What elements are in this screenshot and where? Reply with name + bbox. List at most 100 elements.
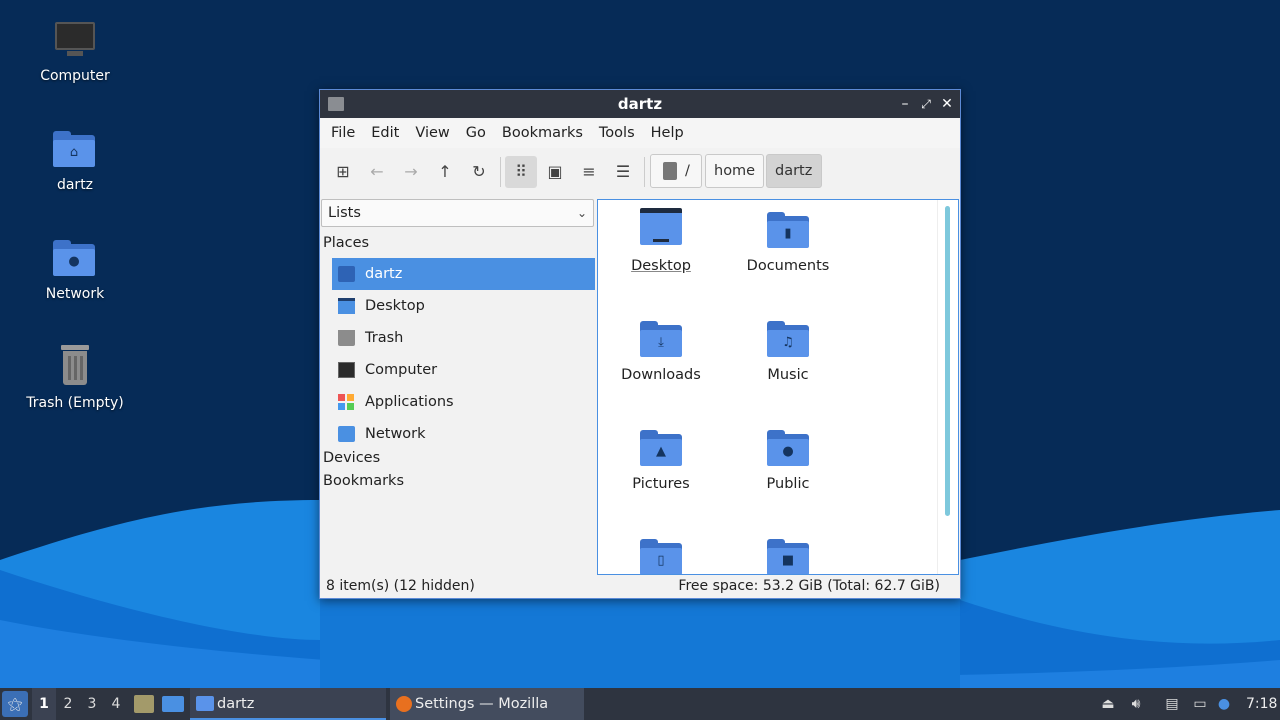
archive-launcher-icon[interactable] [134, 695, 154, 713]
workspace-4[interactable]: 4 [104, 688, 128, 720]
network-folder-icon: ● [53, 240, 95, 276]
notification-icon[interactable]: ● [1214, 694, 1234, 714]
public-folder-icon: ● [767, 430, 809, 466]
network-folder-icon [338, 426, 355, 442]
menu-edit[interactable]: Edit [366, 125, 410, 141]
menu-help[interactable]: Help [646, 125, 695, 141]
menu-bookmarks[interactable]: Bookmarks [497, 125, 594, 141]
sidebar-item-label: Applications [365, 394, 454, 410]
file-item-label: Documents [746, 258, 830, 274]
sidebar-item-label: Network [365, 426, 426, 442]
sidebar-item-desktop[interactable]: Desktop [332, 290, 595, 322]
breadcrumb-root-label: / [685, 163, 690, 179]
sidebar-item-network[interactable]: Network [332, 418, 595, 450]
file-item-label: Desktop [631, 258, 691, 274]
close-button[interactable]: ✕ [938, 94, 956, 114]
sidebar-item-trash[interactable]: Trash [332, 322, 595, 354]
file-item-music[interactable]: ♫ Music [729, 317, 847, 383]
chevron-down-icon: ⌄ [576, 206, 587, 220]
file-item-videos[interactable]: ■ [729, 535, 847, 574]
file-item-label: Downloads [621, 367, 701, 383]
desktop-icon-network[interactable]: ● Network [0, 236, 150, 302]
toolbar-separator [500, 157, 501, 187]
file-item-desktop[interactable]: Desktop [602, 208, 720, 274]
file-item-label: Music [767, 367, 809, 383]
item-count: 8 item(s) (12 hidden) [326, 578, 475, 594]
desktop-icon-computer[interactable]: Computer [0, 18, 150, 84]
icon-view-icon[interactable]: ⠿ [505, 156, 537, 188]
free-space: Free space: 53.2 GiB (Total: 62.7 GiB) [678, 578, 940, 594]
desktop-folder-icon [640, 208, 682, 248]
clock[interactable]: 7:18 [1246, 688, 1277, 720]
file-item-label: Public [766, 476, 810, 492]
app-menu-icon[interactable]: ⚝ [2, 691, 28, 717]
menu-file[interactable]: File [326, 125, 366, 141]
updates-icon[interactable]: ⏏ [1098, 694, 1118, 714]
sidebar-item-label: Desktop [365, 298, 425, 314]
back-icon[interactable]: ← [361, 156, 393, 188]
task-firefox[interactable]: Settings — Mozilla Fir… [390, 688, 584, 720]
documents-folder-icon: ▮ [767, 212, 809, 248]
monitor-icon [55, 22, 95, 50]
desktop-icon-label: Computer [40, 68, 110, 84]
drive-icon [663, 162, 677, 180]
workspace-3[interactable]: 3 [80, 688, 104, 720]
breadcrumb-current[interactable]: dartz [766, 154, 822, 188]
clipboard-icon[interactable]: ▤ [1162, 694, 1182, 714]
sidebar: Lists ⌄ Places dartz Desktop Trash Compu… [321, 199, 595, 575]
sidebar-item-dartz[interactable]: dartz [332, 258, 595, 290]
workspace-2[interactable]: 2 [56, 688, 80, 720]
status-bar: 8 item(s) (12 hidden) Free space: 53.2 G… [320, 576, 960, 598]
menu-go[interactable]: Go [461, 125, 497, 141]
menu-bar: File Edit View Go Bookmarks Tools Help [320, 118, 960, 148]
title-bar[interactable]: dartz – ⤢ ✕ [320, 90, 960, 118]
new-tab-icon[interactable]: ⊞ [327, 156, 359, 188]
breadcrumb-home[interactable]: home [705, 154, 764, 188]
toolbar: ⊞ ← → ↑ ↻ ⠿ ▣ ≡ ☰ / home dartz [320, 148, 960, 198]
forward-icon[interactable]: → [395, 156, 427, 188]
up-icon[interactable]: ↑ [429, 156, 461, 188]
sidebar-item-label: Trash [365, 330, 404, 346]
sidebar-mode-label: Lists [328, 205, 361, 221]
desktop-icon-home[interactable]: ⌂ dartz [0, 127, 150, 193]
templates-folder-icon: ▯ [640, 539, 682, 574]
file-icon-view[interactable]: Desktop ▮ Documents ⤓ Downloads ♫ Music … [597, 199, 959, 575]
desktop-icon-trash[interactable]: Trash (Empty) [0, 345, 150, 411]
sidebar-mode-select[interactable]: Lists ⌄ [321, 199, 594, 227]
places-heading: Places [323, 235, 370, 251]
thumbnail-view-icon[interactable]: ▣ [539, 156, 571, 188]
desktop-launcher-icon[interactable] [162, 696, 184, 712]
task-dartz[interactable]: dartz [190, 688, 386, 720]
file-item-public[interactable]: ● Public [729, 426, 847, 492]
maximize-button[interactable]: ⤢ [917, 94, 935, 114]
workspace-1[interactable]: 1 [32, 688, 56, 720]
toolbar-separator [644, 157, 645, 187]
firefox-icon [396, 696, 412, 712]
detail-view-icon[interactable]: ☰ [607, 156, 639, 188]
minimize-button[interactable]: – [896, 94, 914, 114]
file-item-downloads[interactable]: ⤓ Downloads [602, 317, 720, 383]
file-item-templates[interactable]: ▯ [602, 535, 720, 574]
desktop-icon [338, 298, 355, 314]
monitor-icon [338, 362, 355, 378]
menu-tools[interactable]: Tools [594, 125, 646, 141]
sidebar-item-applications[interactable]: Applications [332, 386, 595, 418]
window-title: dartz [617, 95, 663, 113]
volume-icon[interactable]: 🔊︎ [1126, 694, 1146, 714]
home-folder-icon [338, 266, 355, 282]
breadcrumb-root[interactable]: / [650, 154, 702, 188]
task-label: dartz [217, 696, 255, 712]
sidebar-item-computer[interactable]: Computer [332, 354, 595, 386]
file-item-documents[interactable]: ▮ Documents [729, 208, 847, 274]
menu-view[interactable]: View [410, 125, 460, 141]
reload-icon[interactable]: ↻ [463, 156, 495, 188]
music-folder-icon: ♫ [767, 321, 809, 357]
scrollbar-track [937, 200, 938, 574]
trash-icon [338, 330, 355, 346]
file-item-label: Pictures [632, 476, 690, 492]
compact-view-icon[interactable]: ≡ [573, 156, 605, 188]
file-item-pictures[interactable]: ▲ Pictures [602, 426, 720, 492]
network-icon[interactable]: ▭ [1190, 694, 1210, 714]
scrollbar-thumb[interactable] [945, 206, 950, 516]
pictures-folder-icon: ▲ [640, 430, 682, 466]
